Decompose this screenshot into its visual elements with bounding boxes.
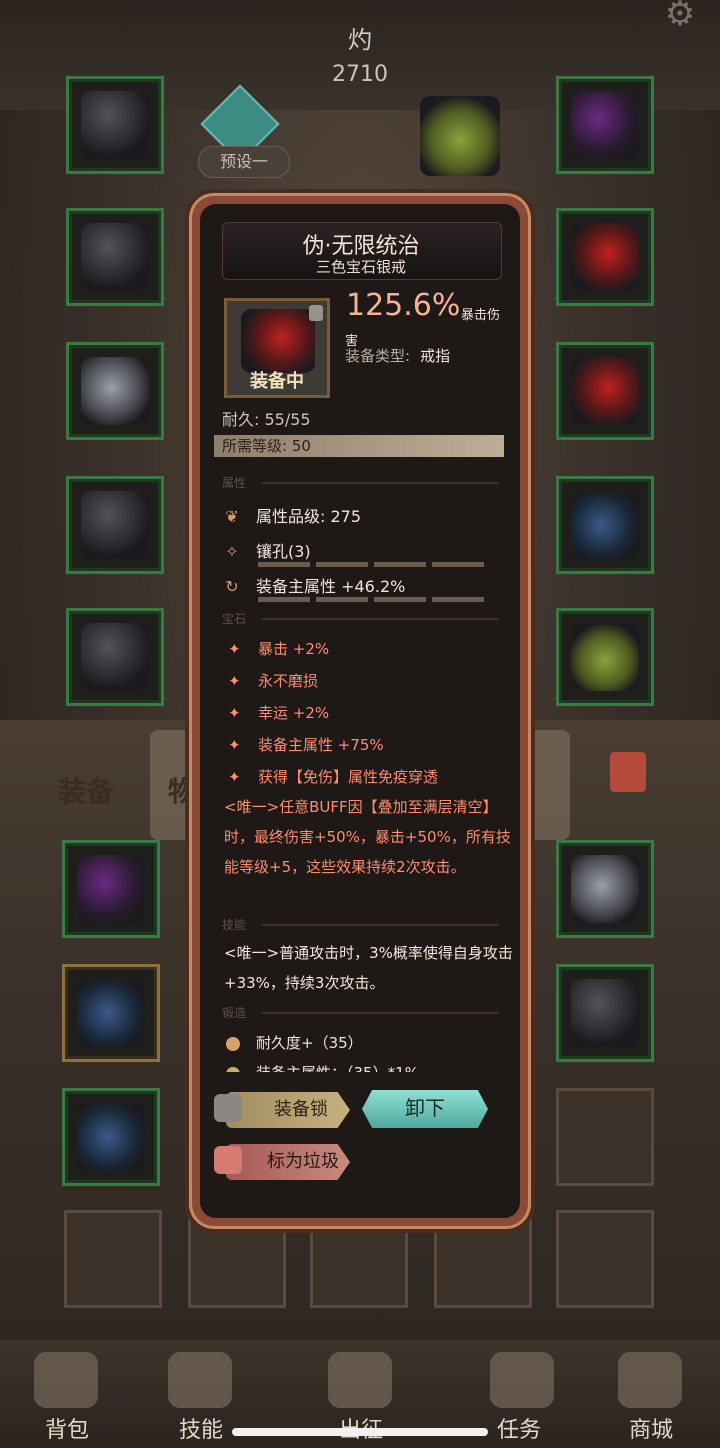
forge-dot-icon bbox=[226, 1066, 240, 1072]
gem-line: ✦ 暴击 +2% bbox=[228, 640, 330, 658]
leaf-crown-icon bbox=[571, 855, 639, 923]
mark-junk-button[interactable]: 标为垃圾 bbox=[226, 1144, 350, 1180]
gem-line: ✦ 装备主属性 +75% bbox=[228, 736, 384, 754]
required-level: 所需等级: 50 bbox=[214, 435, 504, 457]
socket-icon: ✧ bbox=[225, 542, 239, 561]
skill-book-icon[interactable] bbox=[168, 1352, 232, 1408]
ring-icon bbox=[571, 357, 639, 425]
home-indicator[interactable] bbox=[232, 1428, 488, 1436]
helmet-icon bbox=[77, 855, 145, 923]
quest-icon[interactable] bbox=[490, 1352, 554, 1408]
equip-lock-button[interactable]: 装备锁 bbox=[226, 1092, 350, 1128]
equip-slot-potion[interactable] bbox=[556, 608, 654, 706]
tooltip-item-slot: 装备中 bbox=[224, 298, 330, 398]
equip-slot-ring-2[interactable] bbox=[556, 342, 654, 440]
section-forge: 锻造 bbox=[222, 1006, 247, 1020]
quality-icon: ❦ bbox=[225, 507, 239, 526]
sparkle-icon: ✦ bbox=[228, 768, 241, 786]
section-gems: 宝石 bbox=[222, 612, 247, 626]
inventory-slot[interactable] bbox=[556, 1088, 654, 1186]
preset-button[interactable]: 预设一 bbox=[198, 146, 290, 178]
shop-icon[interactable] bbox=[618, 1352, 682, 1408]
nav-quests[interactable]: 任务 bbox=[474, 1412, 564, 1444]
inventory-slot[interactable] bbox=[62, 964, 160, 1062]
attr-quality: ❦ 属性品级: 275 bbox=[222, 503, 361, 527]
equip-slot-gauntlet[interactable] bbox=[66, 342, 164, 440]
equipped-label: 装备中 bbox=[250, 371, 304, 392]
inventory-slot[interactable] bbox=[556, 840, 654, 938]
section-skills: 技能 bbox=[222, 918, 247, 932]
forge-line: 耐久度+（35） bbox=[226, 1032, 363, 1053]
equip-slot-weapon[interactable] bbox=[556, 476, 654, 574]
inventory-slot[interactable] bbox=[556, 964, 654, 1062]
ring-icon bbox=[571, 223, 639, 291]
inventory-slot[interactable] bbox=[62, 1088, 160, 1186]
equip-type: 装备类型: 戒指 bbox=[345, 347, 451, 365]
bracelet-icon bbox=[77, 1103, 145, 1171]
divider bbox=[262, 482, 498, 484]
inventory-slot[interactable] bbox=[64, 1210, 162, 1308]
junk-icon bbox=[214, 1146, 242, 1174]
cloak-icon bbox=[81, 491, 149, 559]
potion-icon bbox=[571, 623, 639, 691]
unique-effect: <唯一>任意BUFF因【叠加至满层清空】时，最终伤害+50%，暴击+50%，所有… bbox=[224, 798, 511, 876]
sparkle-icon: ✦ bbox=[228, 736, 241, 754]
gem-line: ✦ 幸运 +2% bbox=[228, 704, 330, 722]
forge-dot-icon bbox=[226, 1036, 240, 1051]
crit-damage-value: 125.6% bbox=[346, 288, 461, 323]
inventory-slot[interactable] bbox=[62, 840, 160, 938]
armor-icon bbox=[81, 223, 149, 291]
tab-equipment[interactable]: 装备 bbox=[58, 770, 114, 810]
divider bbox=[262, 1012, 498, 1014]
equip-slot-ring-1[interactable] bbox=[556, 208, 654, 306]
trash-icon[interactable] bbox=[610, 752, 646, 792]
unequip-button[interactable]: 卸下 bbox=[362, 1090, 488, 1128]
inventory-slot[interactable] bbox=[556, 1210, 654, 1308]
lock-icon bbox=[309, 305, 323, 321]
attr-main: ↻ 装备主属性 +46.2% bbox=[222, 573, 405, 597]
gauntlet-icon bbox=[81, 357, 149, 425]
nav-shop[interactable]: 商城 bbox=[606, 1412, 696, 1444]
potion-icon bbox=[420, 96, 500, 176]
equip-slot-armor[interactable] bbox=[66, 208, 164, 306]
equip-slot-cloak[interactable] bbox=[66, 476, 164, 574]
item-subtitle: 三色宝石银戒 bbox=[315, 258, 406, 276]
main-attr-bar bbox=[258, 597, 488, 602]
ring-icon bbox=[241, 309, 315, 373]
backpack-icon[interactable] bbox=[34, 1352, 98, 1408]
sword-icon[interactable] bbox=[328, 1352, 392, 1408]
section-attributes: 属性 bbox=[222, 476, 247, 490]
sparkle-icon: ✦ bbox=[228, 704, 241, 722]
crit-damage-label: 暴击伤 bbox=[461, 308, 501, 323]
divider bbox=[262, 924, 498, 926]
cycle-icon: ↻ bbox=[225, 577, 239, 596]
boots-icon bbox=[81, 623, 149, 691]
hood-icon bbox=[81, 91, 149, 159]
attr-sockets: ✧ 镶孔(3) bbox=[222, 538, 310, 562]
character-name: 灼 bbox=[348, 26, 372, 54]
durability: 耐久: 55/55 bbox=[222, 410, 311, 429]
power-score: 2710 bbox=[332, 62, 388, 87]
chain-necklace-icon bbox=[571, 91, 639, 159]
boots-icon bbox=[571, 979, 639, 1047]
sparkle-icon: ✦ bbox=[228, 640, 241, 658]
equip-slot-necklace[interactable] bbox=[556, 76, 654, 174]
lock-icon bbox=[214, 1094, 242, 1122]
sparkle-icon: ✦ bbox=[228, 672, 241, 690]
forge-line: 装备主属性：（35）*1% bbox=[226, 1062, 419, 1072]
socket-bar bbox=[258, 562, 488, 567]
gear-icon[interactable]: ⚙ bbox=[660, 0, 700, 31]
nav-bag[interactable]: 背包 bbox=[22, 1412, 112, 1444]
gem-line: ✦ 永不磨损 bbox=[228, 672, 319, 690]
divider bbox=[262, 618, 498, 620]
scythe-icon bbox=[571, 491, 639, 559]
gem-line: ✦ 获得【免伤】属性免疫穿透 bbox=[228, 768, 439, 786]
equip-slot-hood[interactable] bbox=[66, 76, 164, 174]
skill-effect: <唯一>普通攻击时，3%概率使得自身攻击+33%，持续3次攻击。 bbox=[224, 944, 513, 992]
equip-slot-boots[interactable] bbox=[66, 608, 164, 706]
amulet-icon bbox=[77, 979, 145, 1047]
